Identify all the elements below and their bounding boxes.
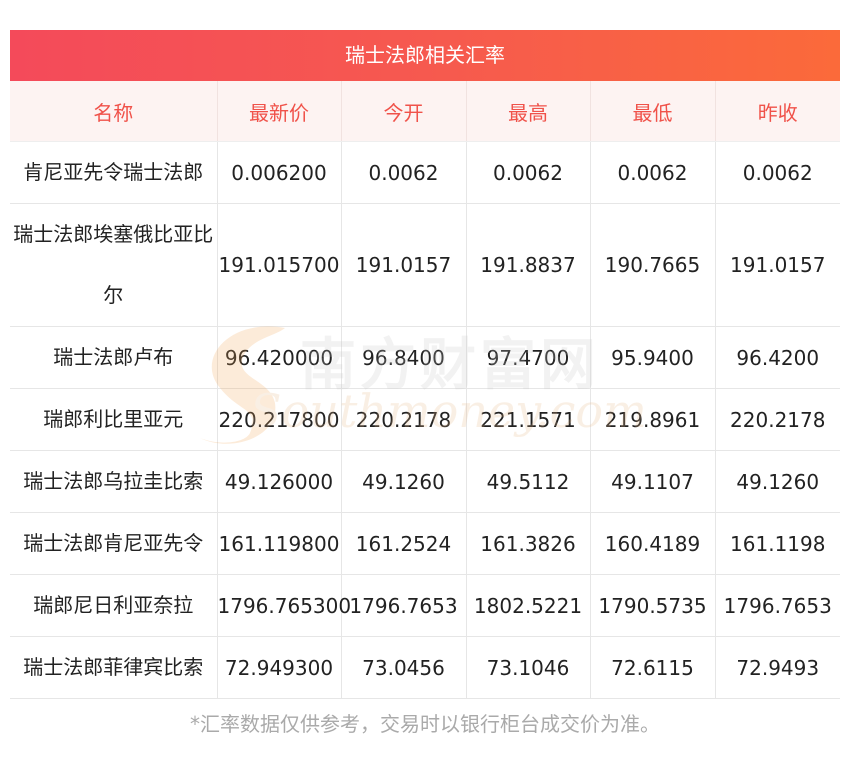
low-price: 190.7665 [589,203,715,327]
header-high: 最高 [465,81,590,142]
high-price: 49.5112 [465,450,590,513]
table-row: 肯尼亚先令瑞士法郎 0.006200 0.0062 0.0062 0.0062 … [10,141,840,204]
low-price: 95.9400 [589,326,715,389]
currency-pair-name: 瑞郎利比里亚元 [10,388,217,451]
latest-price: 0.006200 [216,141,341,204]
prev-close-price: 161.1198 [714,512,840,575]
table-row: 瑞郎尼日利亚奈拉 1796.765300 1796.7653 1802.5221… [10,574,840,637]
currency-pair-name: 瑞士法郎菲律宾比索 [10,636,217,699]
open-price: 49.1260 [340,450,466,513]
open-price: 161.2524 [340,512,466,575]
table-header-row: 名称 最新价 今开 最高 最低 昨收 [10,81,840,142]
high-price: 0.0062 [465,141,590,204]
prev-close-price: 0.0062 [714,141,840,204]
latest-price: 161.119800 [216,512,341,575]
open-price: 220.2178 [340,388,466,451]
currency-pair-name: 瑞士法郎卢布 [10,326,217,389]
high-price: 1802.5221 [465,574,590,637]
prev-close-price: 72.9493 [714,636,840,699]
table-row: 瑞士法郎菲律宾比索 72.949300 73.0456 73.1046 72.6… [10,636,840,699]
latest-price: 1796.765300 [216,574,351,637]
high-price: 221.1571 [465,388,590,451]
low-price: 160.4189 [589,512,715,575]
low-price: 72.6115 [589,636,715,699]
prev-close-price: 49.1260 [714,450,840,513]
prev-close-price: 1796.7653 [714,574,840,637]
table-row: 瑞郎利比里亚元 220.217800 220.2178 221.1571 219… [10,388,840,451]
open-price: 1796.7653 [340,574,466,637]
latest-price: 220.217800 [216,388,341,451]
rates-panel: 瑞士法郎相关汇率 名称 最新价 今开 最高 最低 昨收 肯尼亚先令瑞士法郎 0.… [10,30,840,699]
latest-price: 191.015700 [216,203,341,327]
prev-close-price: 191.0157 [714,203,840,327]
header-open: 今开 [340,81,466,142]
prev-close-price: 220.2178 [714,388,840,451]
latest-price: 72.949300 [216,636,341,699]
header-prev-close: 昨收 [714,81,840,142]
table-row: 瑞士法郎乌拉圭比索 49.126000 49.1260 49.5112 49.1… [10,450,840,513]
currency-pair-name: 瑞士法郎肯尼亚先令 [10,512,217,575]
low-price: 49.1107 [589,450,715,513]
footnote: *汇率数据仅供参考，交易时以银行柜台成交价为准。 [190,712,660,736]
open-price: 73.0456 [340,636,466,699]
rates-table: 名称 最新价 今开 最高 最低 昨收 肯尼亚先令瑞士法郎 0.006200 0.… [10,81,840,699]
latest-price: 96.420000 [216,326,341,389]
currency-pair-name: 瑞郎尼日利亚奈拉 [10,574,217,637]
low-price: 219.8961 [589,388,715,451]
header-name: 名称 [10,81,217,142]
table-row: 瑞士法郎埃塞俄比亚比尔 191.015700 191.0157 191.8837… [10,203,840,327]
high-price: 73.1046 [465,636,590,699]
high-price: 161.3826 [465,512,590,575]
high-price: 97.4700 [465,326,590,389]
currency-pair-name: 瑞士法郎乌拉圭比索 [10,450,217,513]
prev-close-price: 96.4200 [714,326,840,389]
open-price: 0.0062 [340,141,466,204]
latest-price: 49.126000 [216,450,341,513]
header-latest: 最新价 [216,81,341,142]
currency-pair-name: 瑞士法郎埃塞俄比亚比尔 [10,203,217,327]
open-price: 96.8400 [340,326,466,389]
currency-pair-name: 肯尼亚先令瑞士法郎 [10,141,217,204]
open-price: 191.0157 [340,203,466,327]
low-price: 0.0062 [589,141,715,204]
table-row: 瑞士法郎肯尼亚先令 161.119800 161.2524 161.3826 1… [10,512,840,575]
low-price: 1790.5735 [589,574,715,637]
panel-title: 瑞士法郎相关汇率 [10,30,840,81]
high-price: 191.8837 [465,203,590,327]
table-row: 瑞士法郎卢布 96.420000 96.8400 97.4700 95.9400… [10,326,840,389]
header-low: 最低 [589,81,715,142]
